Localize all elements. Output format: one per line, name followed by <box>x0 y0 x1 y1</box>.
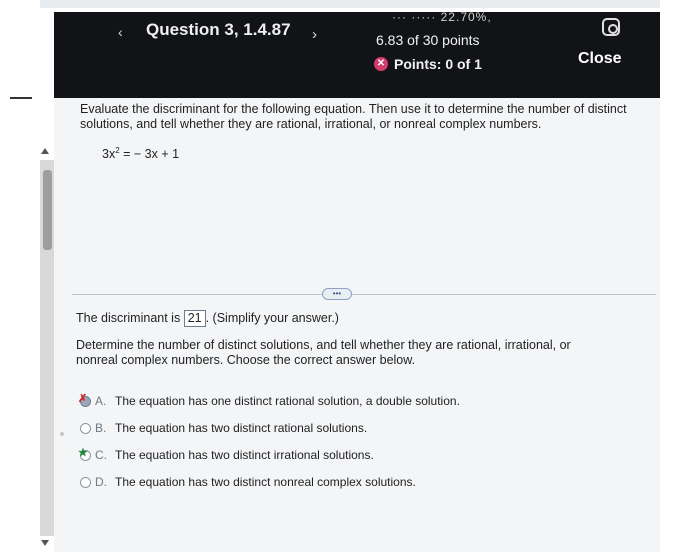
section-divider <box>72 294 656 295</box>
equation-rest: = − 3x + 1 <box>119 147 180 162</box>
settings-icon[interactable] <box>602 18 620 36</box>
option-a-letter: A. <box>95 394 107 408</box>
option-d-letter: D. <box>95 475 107 489</box>
option-d-text: The equation has two distinct nonreal co… <box>115 475 416 489</box>
discriminant-line: The discriminant is 21. (Simplify your a… <box>76 310 339 327</box>
option-a-text: The equation has one distinct rational s… <box>115 394 460 408</box>
option-b[interactable]: B. The equation has two distinct rationa… <box>80 421 367 435</box>
equation-base: 3x <box>102 147 116 162</box>
option-b-text: The equation has two distinct rational s… <box>115 421 368 435</box>
equation: 3x2 = − 3x + 1 <box>102 146 179 161</box>
scrollbar-thumb[interactable] <box>43 170 52 250</box>
radio-b[interactable] <box>80 422 91 434</box>
frame-tick <box>10 97 32 99</box>
option-c-text: The equation has two distinct irrational… <box>115 448 374 462</box>
option-a[interactable]: ✗ A. The equation has one distinct ratio… <box>78 393 460 409</box>
scroll-down-icon[interactable] <box>41 540 49 546</box>
photo-top-strip <box>40 0 660 8</box>
question-content: Evaluate the discriminant for the follow… <box>54 98 660 552</box>
option-c[interactable]: ★ C. The equation has two distinct irrat… <box>78 447 374 463</box>
expand-more-button[interactable]: ••• <box>322 288 352 300</box>
correct-star-icon: ★ <box>78 446 88 459</box>
points-total: 6.83 of 30 points <box>376 32 480 48</box>
discriminant-suffix: . (Simplify your answer.) <box>205 311 339 325</box>
instruction-text: Determine the number of distinct solutio… <box>76 338 571 367</box>
frame-left <box>0 0 40 552</box>
score-percent: ··· ····· 22.70%, <box>392 10 492 24</box>
discriminant-prefix: The discriminant is <box>76 311 181 325</box>
margin-dot <box>60 432 64 436</box>
next-question-button[interactable]: › <box>312 26 317 43</box>
option-d[interactable]: D. The equation has two distinct nonreal… <box>80 475 416 489</box>
question-prompt: Evaluate the discriminant for the follow… <box>80 102 627 131</box>
option-b-letter: B. <box>95 421 107 435</box>
scroll-up-icon[interactable] <box>41 148 49 154</box>
points-row: ✕ Points: 0 of 1 <box>374 56 482 72</box>
question-title: Question 3, 1.4.87 <box>146 20 291 39</box>
close-button[interactable]: Close <box>578 50 622 68</box>
previous-question-button[interactable]: ‹ <box>118 24 123 40</box>
incorrect-x-icon: ✗ <box>78 392 88 405</box>
radio-d[interactable] <box>80 476 91 488</box>
discriminant-answer-box[interactable]: 21 <box>183 310 206 327</box>
radio-c[interactable]: ★ <box>78 447 91 461</box>
question-header: ‹ Question 3, 1.4.87 › ··· ····· 22.70%,… <box>54 10 660 98</box>
points-score: Points: 0 of 1 <box>394 56 482 72</box>
radio-a[interactable]: ✗ <box>78 393 91 407</box>
x-circle-icon: ✕ <box>374 57 388 71</box>
option-c-letter: C. <box>95 448 107 462</box>
